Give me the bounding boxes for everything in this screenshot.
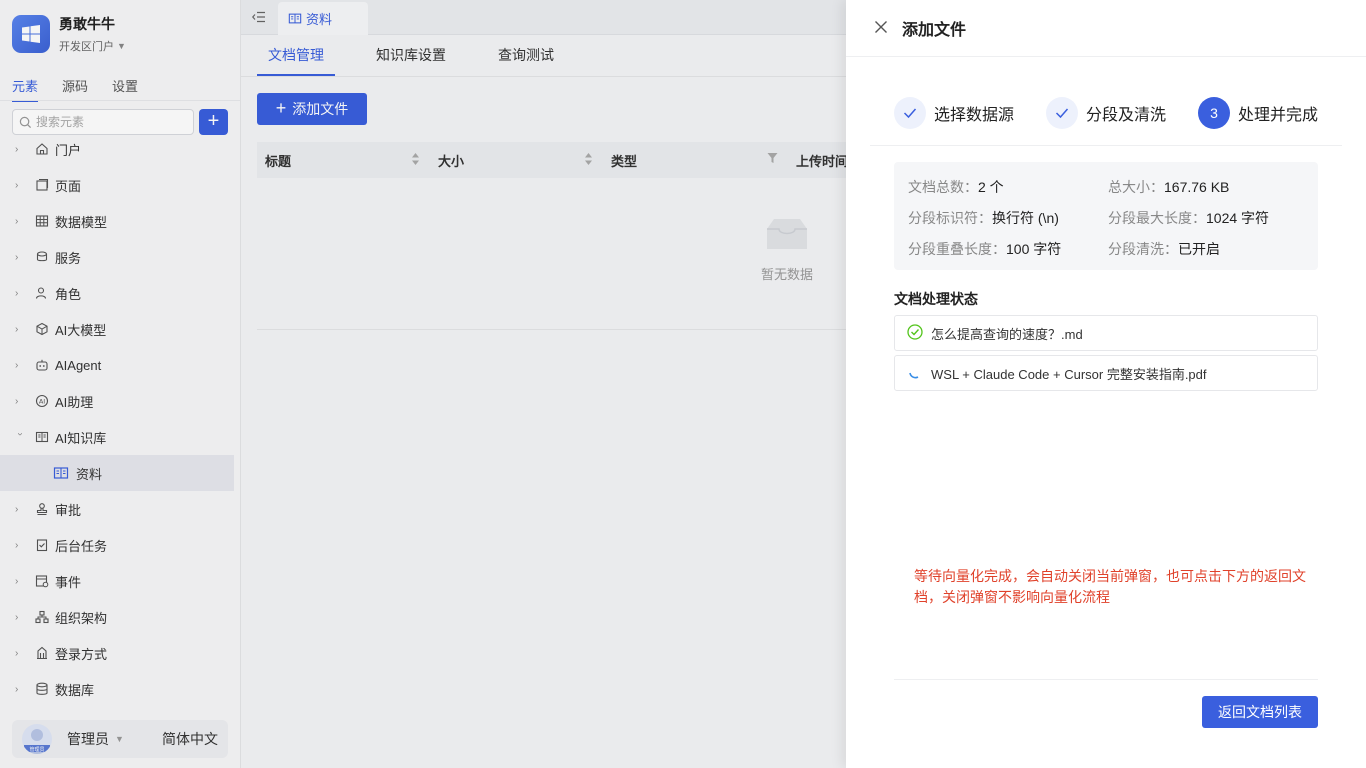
summary-value: 1024 字符 xyxy=(1206,210,1270,226)
step-label: 处理并完成 xyxy=(1238,107,1319,124)
close-icon[interactable] xyxy=(874,20,888,37)
steps: 选择数据源 分段及清洗 3 处理并完成 xyxy=(894,97,1318,129)
file-name: 怎么提高查询的速度？.md xyxy=(931,326,1083,342)
divider xyxy=(894,679,1318,680)
check-circle-icon xyxy=(907,323,923,343)
drawer-mask[interactable] xyxy=(0,0,846,768)
file-status-row: 怎么提高查询的速度？.md xyxy=(894,315,1318,351)
step-label: 选择数据源 xyxy=(934,107,1015,124)
file-name: WSL + Claude Code + Cursor 完整安装指南.pdf xyxy=(931,366,1207,382)
summary-key: 文档总数： xyxy=(908,179,978,195)
summary-max-length: 分段最大长度：1024 字符 xyxy=(1108,208,1269,228)
status-title: 文档处理状态 xyxy=(894,291,978,307)
summary-key: 总大小： xyxy=(1108,179,1164,195)
drawer-title: 添加文件 xyxy=(902,22,967,39)
drawer-header: 添加文件 xyxy=(846,0,1366,57)
check-icon xyxy=(1046,97,1079,129)
file-status-row: WSL + Claude Code + Cursor 完整安装指南.pdf xyxy=(894,355,1318,391)
summary-value: 167.76 KB xyxy=(1164,179,1230,195)
step-process-finish: 3 处理并完成 xyxy=(1198,97,1318,129)
loading-spinner-icon xyxy=(907,364,923,383)
check-icon xyxy=(894,97,926,129)
step-label: 分段及清洗 xyxy=(1086,107,1167,124)
summary-overlap: 分段重叠长度：100 字符 xyxy=(908,239,1061,259)
step-number: 3 xyxy=(1198,97,1231,129)
back-to-list-button[interactable]: 返回文档列表 xyxy=(1202,696,1318,728)
summary-value: 100 字符 xyxy=(1006,241,1062,257)
add-file-drawer: 添加文件 选择数据源 分段及清洗 3 处理并完成 文档总数：2 个 总大小：16… xyxy=(846,0,1366,768)
vectorization-hint: 等待向量化完成，会自动关闭当前弹窗，也可点击下方的返回文档，关闭弹窗不影响向量化… xyxy=(914,568,1306,605)
summary-cleaning: 分段清洗：已开启 xyxy=(1108,239,1220,259)
divider xyxy=(870,145,1342,146)
summary-total-size: 总大小：167.76 KB xyxy=(1108,177,1229,197)
processing-summary: 文档总数：2 个 总大小：167.76 KB 分段标识符：换行符 (\n) 分段… xyxy=(894,162,1318,270)
summary-separator: 分段标识符：换行符 (\n) xyxy=(908,208,1059,228)
summary-key: 分段最大长度： xyxy=(1108,210,1206,226)
summary-key: 分段重叠长度： xyxy=(908,241,1006,257)
summary-value: 换行符 (\n) xyxy=(992,210,1059,226)
summary-key: 分段清洗： xyxy=(1108,241,1178,257)
step-segment-clean: 分段及清洗 xyxy=(1046,97,1166,129)
summary-value: 2 个 xyxy=(978,179,1004,195)
summary-doc-count: 文档总数：2 个 xyxy=(908,177,1004,197)
summary-value: 已开启 xyxy=(1178,241,1220,257)
summary-key: 分段标识符： xyxy=(908,210,992,226)
step-select-source: 选择数据源 xyxy=(894,97,1014,129)
